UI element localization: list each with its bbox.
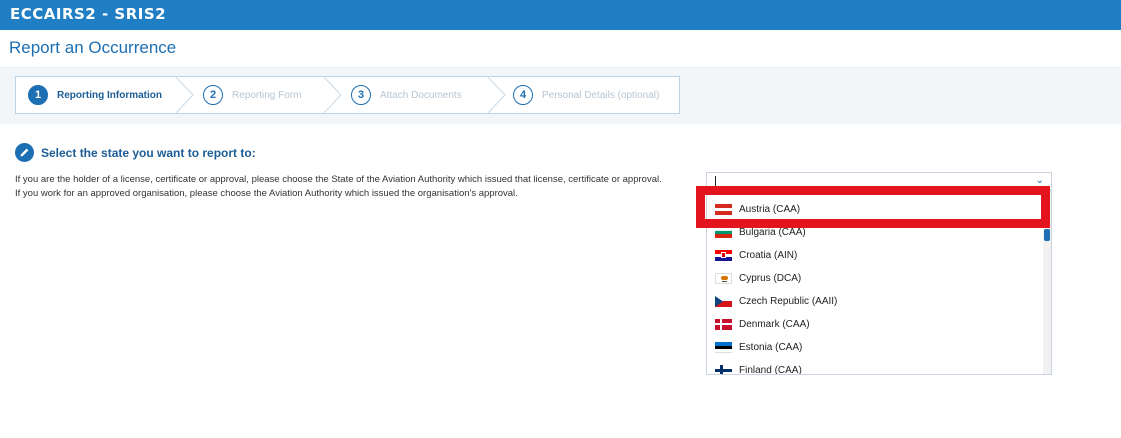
bulgaria-flag-icon [715,226,732,238]
step-separator-icon [324,77,342,113]
step-reporting-information[interactable]: 1 Reporting Information [28,77,162,113]
estonia-flag-icon [715,341,732,353]
step-separator-icon [488,77,506,113]
step-attach-documents[interactable]: 3 Attach Documents [351,77,462,113]
option-czech-republic[interactable]: Czech Republic (AAII) [715,291,837,311]
scrollbar-thumb[interactable] [1044,229,1050,241]
step-label: Attach Documents [380,89,462,101]
option-cyprus[interactable]: Cyprus (DCA) [715,268,801,288]
option-croatia[interactable]: Croatia (AIN) [715,245,797,265]
step-label: Personal Details (optional) [542,89,660,101]
chevron-down-icon[interactable]: ⌄ [1036,175,1044,186]
annotation-highlight-box [696,186,1050,228]
page-title: Report an Occurrence [9,38,177,57]
option-label: Denmark (CAA) [739,318,810,330]
section-title: Select the state you want to report to: [41,145,256,160]
option-label: Cyprus (DCA) [739,272,802,284]
option-denmark[interactable]: Denmark (CAA) [715,314,810,334]
option-label: Finland (CAA) [739,364,802,375]
step-number: 2 [203,85,223,105]
step-reporting-form[interactable]: 2 Reporting Form [203,77,301,113]
cyprus-flag-icon [715,272,732,284]
instruction-line-1: If you are the holder of a license, cert… [15,174,662,185]
denmark-flag-icon [715,318,732,330]
step-number: 1 [28,85,48,105]
pencil-icon [15,143,34,162]
finland-flag-icon [715,364,732,374]
step-separator-icon [176,77,194,113]
czech-flag-icon [715,295,732,307]
step-number: 3 [351,85,371,105]
option-label: Croatia (AIN) [739,249,798,261]
section-header: Select the state you want to report to: [15,143,256,162]
option-label: Czech Republic (AAII) [739,295,838,307]
option-label: Bulgaria (CAA) [739,226,806,238]
step-label: Reporting Information [57,89,162,101]
instruction-line-2: If you work for an approved organisation… [15,188,518,199]
option-estonia[interactable]: Estonia (CAA) [715,337,802,357]
croatia-flag-icon [715,249,732,261]
step-number: 4 [513,85,533,105]
top-bar: ECCAIRS2 - SRIS2 [0,0,1121,30]
title-bar: Report an Occurrence [0,30,1121,68]
wizard-stepper: 1 Reporting Information 2 Reporting Form… [15,76,680,114]
option-finland[interactable]: Finland (CAA) [715,360,802,375]
step-personal-details[interactable]: 4 Personal Details (optional) [513,77,659,113]
app-logo: ECCAIRS2 - SRIS2 [10,5,167,23]
step-label: Reporting Form [232,89,302,101]
option-label: Estonia (CAA) [739,341,803,353]
